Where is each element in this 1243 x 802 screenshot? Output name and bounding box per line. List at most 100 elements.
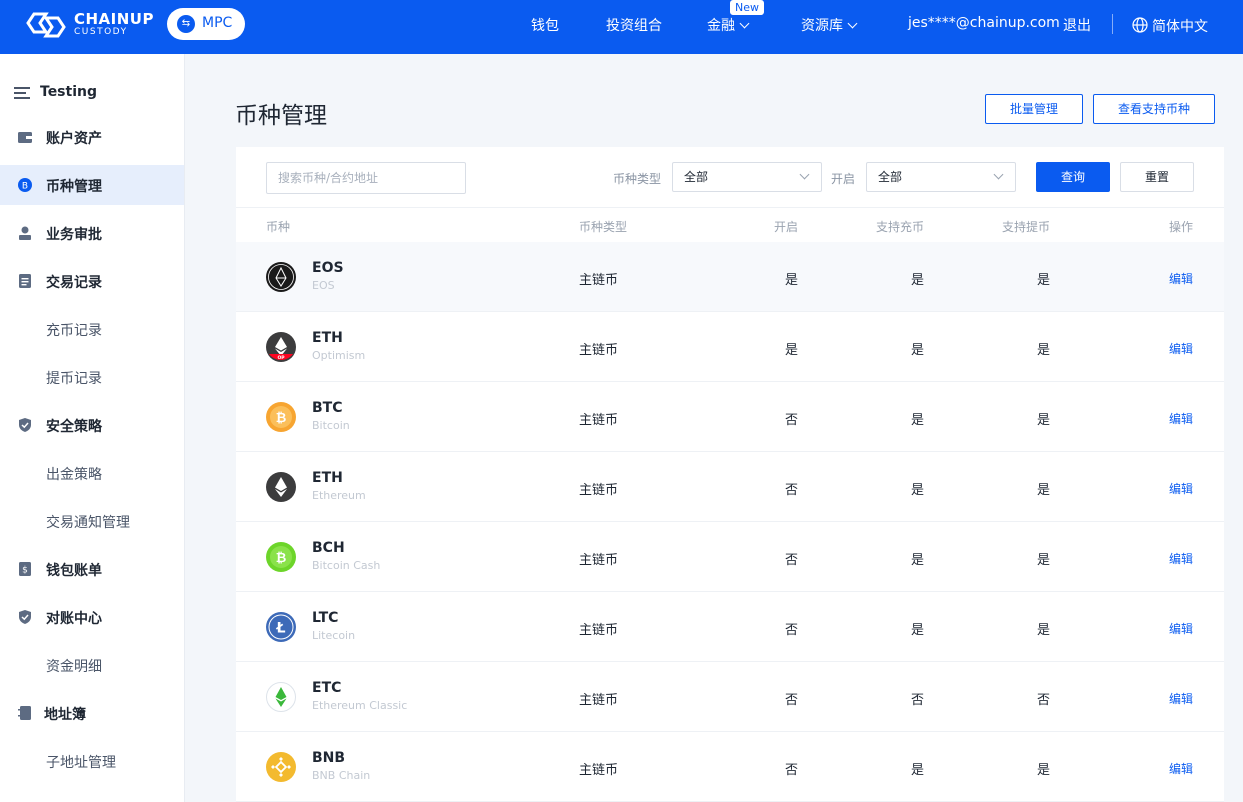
ltc-icon: Ł (266, 612, 296, 642)
sidebar-item-reconciliation[interactable]: 对账中心 (0, 597, 184, 637)
enabled-value: 否 (785, 623, 799, 638)
table-row[interactable]: ETC Ethereum Classic 主链币 否 否 否 编辑 (236, 662, 1224, 732)
sidebar-item-address-book[interactable]: 地址簿 (0, 693, 184, 733)
chevron-down-icon (847, 18, 858, 29)
query-button[interactable]: 查询 (1036, 162, 1110, 192)
wallet-icon (18, 132, 32, 143)
view-supported-coins-button[interactable]: 查看支持币种 (1093, 94, 1215, 124)
user-email[interactable]: jes****@chainup.com (908, 15, 1060, 31)
sidebar-item-withdrawal-policy[interactable]: 出金策略 (0, 453, 184, 493)
coin-name: Ethereum Classic (312, 699, 408, 712)
table-row[interactable]: ₿ BTC Bitcoin 主链币 否 是 是 编辑 (236, 382, 1224, 452)
enabled-value: 否 (785, 553, 799, 568)
deposit-value: 是 (911, 343, 925, 358)
nav-portfolio[interactable]: 投资组合 (606, 15, 662, 35)
withdraw-value: 是 (1037, 483, 1051, 498)
coin-name: Ethereum (312, 489, 366, 502)
sidebar-item-transaction-records[interactable]: 交易记录 (0, 261, 184, 301)
mpc-label: MPC (202, 15, 233, 31)
table-row[interactable]: EOS EOS 主链币 是 是 是 编辑 (236, 242, 1224, 312)
divider (236, 207, 1224, 208)
nav-resources-label: 资源库 (801, 18, 843, 34)
nav-wallet[interactable]: 钱包 (531, 15, 559, 35)
edit-link[interactable]: 编辑 (1169, 480, 1193, 497)
coin-symbol: EOS (312, 260, 344, 276)
sidebar-item-transaction-notification[interactable]: 交易通知管理 (0, 501, 184, 541)
etc-icon (266, 682, 296, 712)
withdraw-value: 是 (1037, 343, 1051, 358)
mpc-switch-button[interactable]: ⇆ MPC (167, 8, 245, 40)
coin-symbol: ETH (312, 470, 343, 486)
edit-link[interactable]: 编辑 (1169, 410, 1193, 427)
table-row[interactable]: BNB BNB Chain 主链币 否 是 是 编辑 (236, 732, 1224, 802)
sidebar-item-account-assets[interactable]: 账户资产 (0, 117, 184, 157)
sidebar-item-label: 对账中心 (46, 611, 102, 627)
nav-finance[interactable]: 金融 (707, 15, 750, 35)
column-header-enabled: 开启 (774, 220, 799, 234)
batch-manage-button[interactable]: 批量管理 (985, 94, 1083, 124)
edit-link[interactable]: 编辑 (1169, 340, 1193, 357)
svg-text:₿: ₿ (276, 411, 287, 426)
coin-name: Litecoin (312, 629, 356, 642)
enabled-select[interactable]: 全部 (866, 162, 1016, 192)
sidebar-item-coin-management[interactable]: B 币种管理 (0, 165, 184, 205)
language-switch[interactable]: 简体中文 (1132, 15, 1208, 36)
edit-link[interactable]: 编辑 (1169, 620, 1193, 637)
enabled-value: 否 (785, 693, 799, 708)
table-row[interactable]: ₿ BCH Bitcoin Cash 主链币 否 是 是 编辑 (236, 522, 1224, 592)
edit-link[interactable]: 编辑 (1169, 760, 1193, 777)
sidebar-item-fund-details[interactable]: 资金明细 (0, 645, 184, 685)
deposit-value: 否 (911, 693, 925, 708)
brand-subtitle: CUSTODY (74, 27, 128, 37)
svg-text:B: B (22, 182, 28, 192)
sidebar-item-label: 币种管理 (46, 179, 102, 195)
shield-icon (19, 418, 31, 432)
sidebar-item-label: 业务审批 (46, 227, 102, 243)
enabled-label: 开启 (831, 172, 856, 186)
svg-text:OP: OP (277, 355, 285, 361)
table-row[interactable]: Ł LTC Litecoin 主链币 否 是 是 编辑 (236, 592, 1224, 662)
sidebar-item-wallet-bill[interactable]: $ 钱包账单 (0, 549, 184, 589)
sidebar-item-withdraw-records[interactable]: 提币记录 (0, 357, 184, 397)
enabled-value: 是 (785, 343, 799, 358)
edit-link[interactable]: 编辑 (1169, 270, 1193, 287)
reset-button[interactable]: 重置 (1120, 162, 1194, 192)
sidebar: Testing 账户资产 B 币种管理 业务审批 交易记录 充币记录 提币记录 … (0, 54, 185, 802)
language-label: 简体中文 (1152, 19, 1208, 35)
sidebar-item-label: 交易记录 (46, 275, 102, 291)
svg-text:₿: ₿ (276, 551, 287, 566)
edit-link[interactable]: 编辑 (1169, 690, 1193, 707)
chainup-logo[interactable]: CHAINUP CUSTODY (24, 10, 154, 40)
deposit-value: 是 (911, 623, 925, 638)
coin-name: Optimism (312, 349, 366, 362)
edit-link[interactable]: 编辑 (1169, 550, 1193, 567)
coin-name: Bitcoin (312, 419, 350, 432)
search-input[interactable]: 搜索币种/合约地址 (266, 162, 466, 194)
swap-icon: ⇆ (177, 15, 195, 33)
shield-check-icon (19, 610, 31, 624)
coin-type: 主链币 (579, 413, 619, 428)
sidebar-item-deposit-records[interactable]: 充币记录 (0, 309, 184, 349)
coin-type: 主链币 (579, 623, 619, 638)
bill-icon: $ (19, 562, 31, 576)
nav-resources[interactable]: 资源库 (801, 15, 858, 35)
table-row[interactable]: ETH Ethereum 主链币 否 是 是 编辑 (236, 452, 1224, 522)
coin-name: Bitcoin Cash (312, 559, 381, 572)
eos-icon (266, 262, 296, 292)
coin-type: 主链币 (579, 343, 619, 358)
sidebar-item-label: 子地址管理 (46, 755, 116, 771)
coin-name: EOS (312, 279, 335, 292)
sidebar-item-label: 账户资产 (46, 131, 102, 147)
sidebar-item-sub-address[interactable]: 子地址管理 (0, 741, 184, 781)
sidebar-item-label: 出金策略 (46, 467, 102, 483)
sidebar-item-security-policy[interactable]: 安全策略 (0, 405, 184, 445)
withdraw-value: 是 (1037, 273, 1051, 288)
logout-link[interactable]: 退出 (1063, 15, 1091, 35)
coin-type-select[interactable]: 全部 (672, 162, 822, 192)
sidebar-item-label: 资金明细 (46, 659, 102, 675)
sidebar-item-business-approval[interactable]: 业务审批 (0, 213, 184, 253)
table-row[interactable]: OP ETH Optimism 主链币 是 是 是 编辑 (236, 312, 1224, 382)
coin-symbol: LTC (312, 610, 339, 626)
brand-name: CHAINUP (74, 10, 154, 28)
withdraw-value: 是 (1037, 553, 1051, 568)
